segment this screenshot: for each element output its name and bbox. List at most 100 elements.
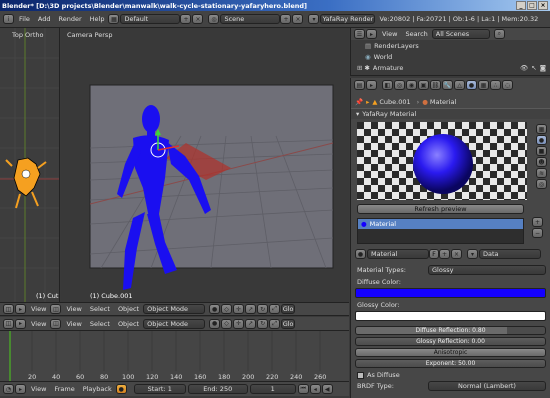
global-orientation-2[interactable]: Glo bbox=[281, 318, 296, 329]
outliner[interactable]: ▤ RenderLayers ◉ World ⊞ ✱ Armature 👁 ↖ … bbox=[350, 40, 550, 76]
link-type-icon[interactable]: ▾ bbox=[467, 249, 478, 259]
outliner-item[interactable]: ▤ RenderLayers bbox=[351, 40, 550, 51]
preview-sphere-icon[interactable]: ● bbox=[536, 135, 547, 145]
material-tab-icon[interactable]: ● bbox=[466, 80, 477, 90]
add-scene-icon[interactable]: + bbox=[280, 14, 292, 24]
outliner-filter-select[interactable]: All Scenes bbox=[431, 29, 490, 39]
manipulator-icon-2[interactable]: ✛ bbox=[233, 318, 245, 329]
properties-collapse-icon[interactable]: ▸ bbox=[366, 80, 377, 90]
modifiers-tab-icon[interactable]: 🔧 bbox=[442, 80, 453, 90]
scale-icon-2[interactable]: ⤢ bbox=[269, 318, 281, 329]
menu-file[interactable]: File bbox=[15, 15, 34, 23]
remove-scene-icon[interactable]: × bbox=[292, 14, 304, 24]
remove-screen-icon[interactable]: × bbox=[192, 14, 204, 24]
scene-tab-icon[interactable]: ◎ bbox=[394, 80, 405, 90]
render-restrict-icon[interactable]: ◙ bbox=[540, 64, 546, 72]
preview-world-icon[interactable]: ◎ bbox=[536, 179, 547, 189]
material-slot-item[interactable]: ● Material bbox=[358, 219, 523, 229]
timeline-editor-icon[interactable]: ◔ bbox=[3, 384, 14, 394]
scene-field[interactable]: Scene bbox=[220, 14, 281, 24]
select-restrict-icon[interactable]: ↖ bbox=[531, 64, 536, 72]
shading-icon-2[interactable]: ● bbox=[209, 318, 221, 329]
jump-start-icon[interactable]: ⏮ bbox=[297, 384, 309, 394]
add-slot-icon[interactable]: + bbox=[532, 217, 543, 227]
rotate-icon[interactable]: ↻ bbox=[257, 304, 269, 314]
editor-type-icon[interactable]: ◫ bbox=[3, 318, 14, 329]
tl-menu-view[interactable]: View bbox=[27, 385, 50, 393]
link-data-select[interactable]: Data bbox=[479, 249, 541, 259]
end-frame-field[interactable]: End: 250 bbox=[187, 384, 248, 394]
collapse-menus-icon[interactable]: ▸ bbox=[15, 318, 26, 329]
manipulator-icon[interactable]: ✛ bbox=[233, 304, 245, 314]
render-tab-icon[interactable]: ◧ bbox=[382, 80, 393, 90]
glossy-reflection-slider[interactable]: Glossy Reflection: 0.00 bbox=[355, 337, 546, 346]
rotate-icon-2[interactable]: ↻ bbox=[257, 318, 269, 329]
minimize-icon[interactable]: _ bbox=[516, 1, 526, 10]
unlink-material-icon[interactable]: × bbox=[451, 249, 462, 259]
material-browse-icon[interactable]: ● bbox=[355, 249, 366, 259]
object-tab-icon[interactable]: ▣ bbox=[418, 80, 429, 90]
outliner-menu-search[interactable]: Search bbox=[401, 30, 431, 38]
hdr2-menu-object[interactable]: Object bbox=[114, 320, 143, 328]
mode-select-2[interactable]: Object Mode bbox=[143, 318, 206, 329]
outliner-item[interactable]: ◉ World bbox=[351, 51, 550, 62]
yafaray-material-panel-header[interactable]: ▾ YafaRay Material bbox=[351, 108, 550, 119]
preview-hair-icon[interactable]: ≋ bbox=[536, 168, 547, 178]
scale-icon[interactable]: ⤢ bbox=[269, 304, 281, 314]
jump-prev-icon[interactable]: ◂ bbox=[309, 384, 321, 394]
pin-icon[interactable]: 📌 bbox=[355, 98, 363, 106]
data-tab-icon[interactable]: △ bbox=[454, 80, 465, 90]
fake-user-button[interactable]: F bbox=[429, 249, 439, 259]
hdr2-menu-view[interactable]: View bbox=[27, 320, 50, 328]
armature-top-shape[interactable] bbox=[5, 157, 47, 209]
menu-add[interactable]: Add bbox=[34, 15, 55, 23]
material-name-field[interactable]: Material bbox=[367, 249, 429, 259]
close-icon[interactable]: × bbox=[538, 1, 548, 10]
diffuse-color-swatch[interactable] bbox=[355, 288, 546, 298]
material-type-select[interactable]: Glossy bbox=[428, 265, 546, 275]
timeline-area[interactable]: 20 40 60 80 100 120 140 160 180 200 220 … bbox=[0, 331, 349, 382]
preview-monkey-icon[interactable]: ☻ bbox=[536, 157, 547, 167]
expand-icon[interactable]: ⊞ bbox=[357, 64, 362, 72]
new-material-icon[interactable]: + bbox=[439, 249, 450, 259]
outliner-collapse-icon[interactable]: ▸ bbox=[366, 29, 377, 39]
translate-icon[interactable]: ↗ bbox=[245, 304, 257, 314]
screen-field[interactable]: Default bbox=[120, 14, 181, 24]
brdf-type-select[interactable]: Normal (Lambert) bbox=[428, 381, 546, 391]
vp-menu-object[interactable]: Object bbox=[114, 305, 143, 313]
screen-layout-icon[interactable]: ▦ bbox=[108, 14, 120, 24]
top-ortho-viewport[interactable]: Top Ortho (1) Cut bbox=[0, 28, 60, 302]
pivot-icon[interactable]: ◇ bbox=[221, 304, 233, 314]
vp-menu-select[interactable]: Select bbox=[86, 305, 114, 313]
tl-menu-playback[interactable]: Playback bbox=[79, 385, 116, 393]
viewport-editor-icon[interactable]: ◫ bbox=[3, 304, 14, 314]
editor-type-icon-2[interactable]: ◫ bbox=[50, 318, 62, 329]
menu-help[interactable]: Help bbox=[86, 15, 109, 23]
camera-persp-viewport[interactable]: Camera Persp (1) Cube.001 bbox=[61, 28, 349, 302]
outliner-menu-view[interactable]: View bbox=[378, 30, 401, 38]
tl-menu-frame[interactable]: Frame bbox=[50, 385, 78, 393]
outliner-editor-icon[interactable]: ☰ bbox=[354, 29, 365, 39]
refresh-preview-button[interactable]: Refresh preview bbox=[357, 204, 524, 214]
scene-icon[interactable]: ◎ bbox=[208, 14, 220, 24]
timeline-collapse-icon[interactable]: ▸ bbox=[15, 384, 26, 394]
global-orientation[interactable]: Glo bbox=[281, 304, 296, 314]
maximize-icon[interactable]: □ bbox=[527, 1, 537, 10]
world-tab-icon[interactable]: ◉ bbox=[406, 80, 417, 90]
glossy-color-swatch[interactable] bbox=[355, 311, 546, 321]
preview-cube-icon[interactable]: ■ bbox=[536, 146, 547, 156]
preview-flat-icon[interactable]: ▦ bbox=[536, 124, 547, 134]
remove-slot-icon[interactable]: − bbox=[532, 228, 543, 238]
vp-menu-view[interactable]: View bbox=[27, 305, 50, 313]
hdr2-menu-view-2[interactable]: View bbox=[62, 320, 85, 328]
shading-icon[interactable]: ● bbox=[209, 304, 221, 314]
current-frame-field[interactable]: 1 bbox=[249, 384, 296, 394]
material-slot-list[interactable]: ● Material bbox=[357, 218, 524, 244]
menu-render[interactable]: Render bbox=[54, 15, 85, 23]
visibility-icon[interactable]: 👁 bbox=[520, 64, 528, 72]
pivot-icon-2[interactable]: ◇ bbox=[221, 318, 233, 329]
properties-editor-icon[interactable]: ▤ bbox=[354, 80, 365, 90]
viewport-collapse-icon[interactable]: ▸ bbox=[15, 304, 26, 314]
anisotropic-toggle[interactable]: Anisotropic bbox=[355, 348, 546, 357]
mode-select[interactable]: Object Mode bbox=[143, 304, 206, 314]
